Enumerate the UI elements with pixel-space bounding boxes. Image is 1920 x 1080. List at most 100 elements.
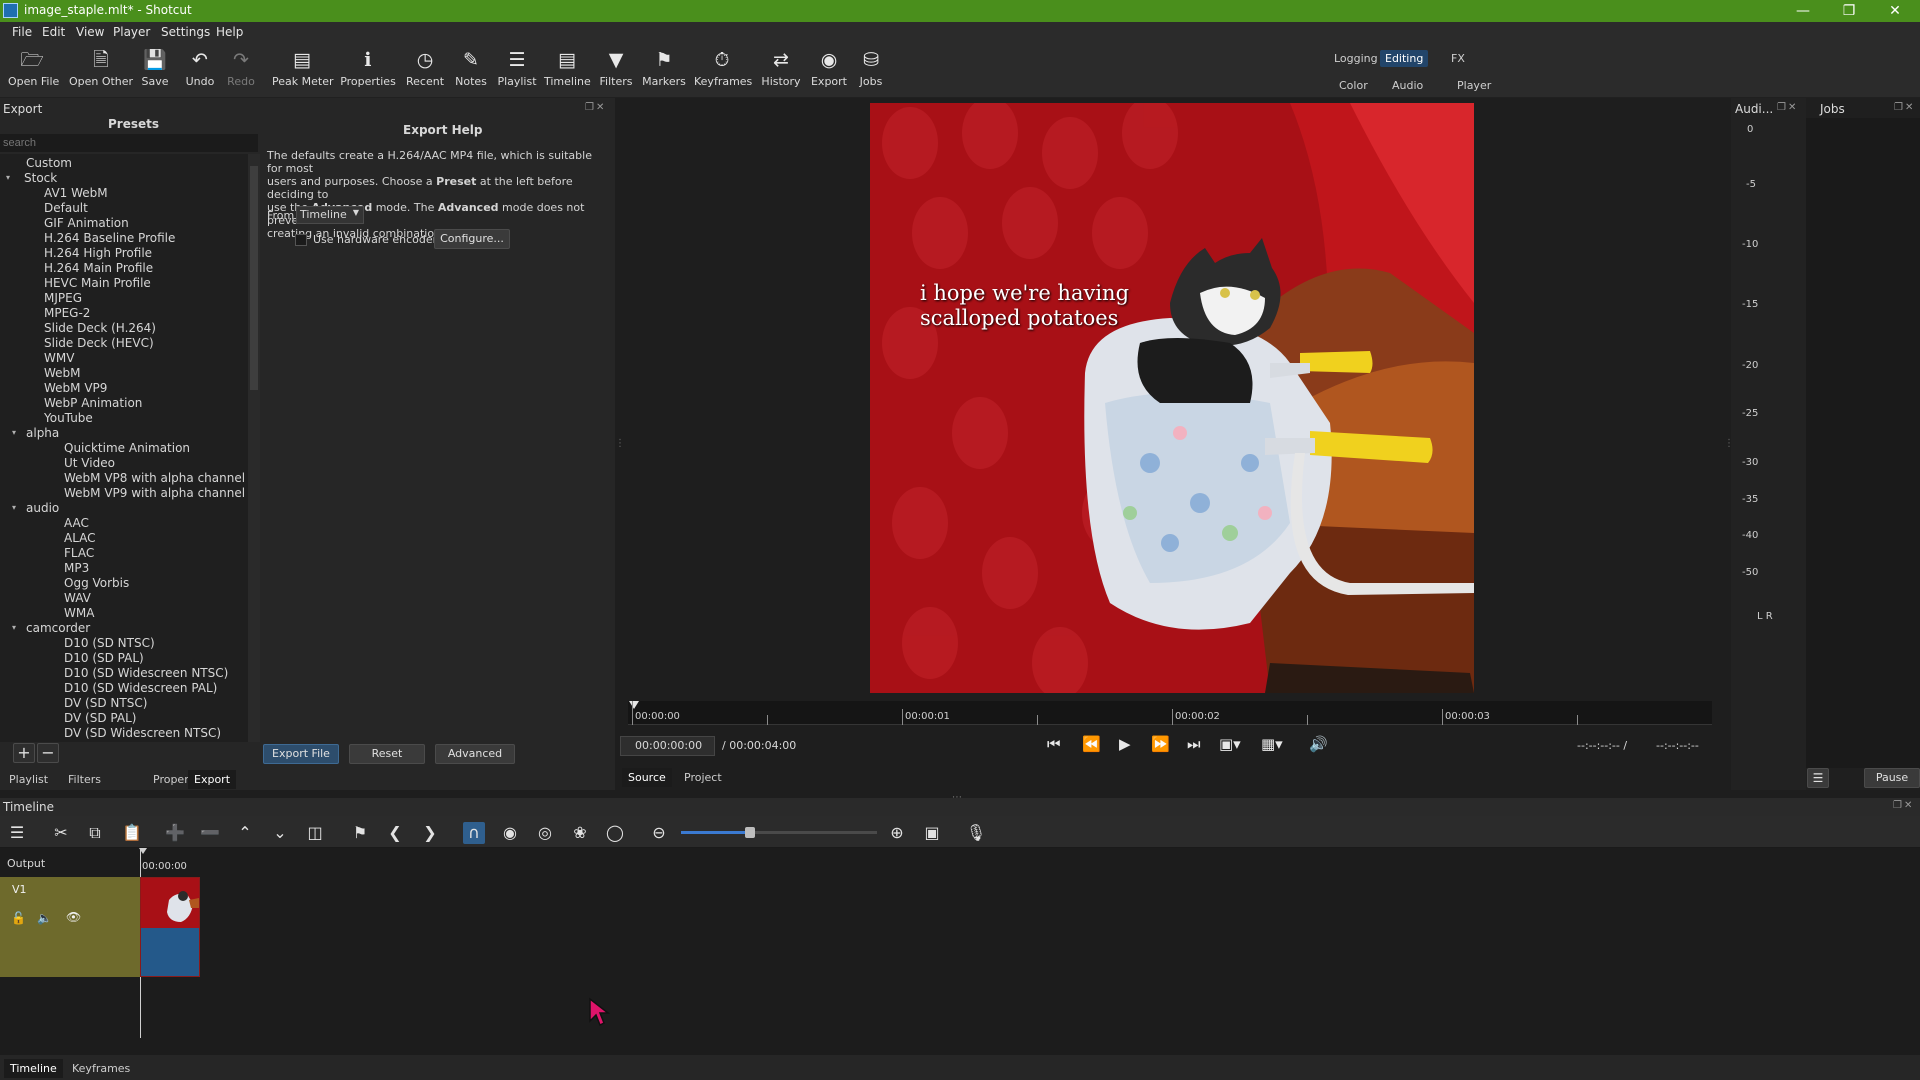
volume-icon[interactable]: 🔊 [1309, 735, 1328, 753]
minimize-icon[interactable]: — [1780, 0, 1826, 22]
recent-button[interactable]: ◷ Recent [404, 48, 446, 88]
preset-item[interactable]: Quicktime Animation [64, 441, 190, 455]
preset-item[interactable]: ALAC [64, 531, 96, 545]
jobs-dock-icons[interactable]: ❐✕ [1894, 102, 1915, 113]
preset-item[interactable]: Slide Deck (H.264) [44, 321, 156, 335]
rewind-icon[interactable]: ⏪ [1082, 735, 1101, 753]
tab-playlist[interactable]: Playlist [3, 770, 54, 789]
preset-item[interactable]: AAC [64, 516, 89, 530]
splitter-handle[interactable]: ⋮ [615, 438, 625, 449]
dock-float-close-icon[interactable]: ❐✕ [585, 102, 606, 113]
layout-fx[interactable]: FX [1446, 50, 1470, 67]
split-icon[interactable]: ◫ [304, 822, 326, 844]
preset-item[interactable]: WMV [44, 351, 74, 365]
properties-button[interactable]: ℹ Properties [340, 48, 396, 88]
add-preset-button[interactable]: + [13, 743, 35, 763]
preset-item[interactable]: D10 (SD PAL) [64, 651, 144, 665]
preset-item[interactable]: Ogg Vorbis [64, 576, 129, 590]
zoom-fit-icon[interactable]: ▣▾ [1219, 735, 1241, 753]
paste-icon[interactable]: 📋 [121, 822, 143, 844]
layout-audio[interactable]: Audio [1387, 77, 1428, 94]
scrub-icon[interactable]: ◉ [499, 822, 521, 844]
open-other-button[interactable]: 🗎 Open Other [68, 48, 134, 88]
copy-icon[interactable]: ⧉ [84, 822, 106, 844]
zoom-out-icon[interactable]: ⊖ [648, 822, 670, 844]
menu-edit[interactable]: Edit [42, 25, 65, 39]
preset-item[interactable]: WebP Animation [44, 396, 142, 410]
preset-item[interactable]: YouTube [44, 411, 93, 425]
next-marker-icon[interactable]: ❯ [419, 822, 441, 844]
audio-dock-icons[interactable]: ❐✕ [1777, 102, 1798, 113]
preset-item[interactable]: D10 (SD Widescreen PAL) [64, 681, 217, 695]
preset-item[interactable]: MJPEG [44, 291, 82, 305]
keyframes-button[interactable]: ⏱ Keyframes [694, 48, 752, 88]
preset-item[interactable]: H.264 High Profile [44, 246, 152, 260]
mute-icon[interactable]: 🔈 [37, 911, 52, 925]
zoom-slider-thumb[interactable] [744, 827, 755, 838]
presets-scroll-thumb[interactable] [250, 166, 258, 390]
tab-filters[interactable]: Filters [62, 770, 107, 789]
preset-group[interactable]: Stock [24, 171, 57, 185]
expand-caret-icon[interactable]: ▾ [12, 623, 16, 632]
preset-item[interactable]: WAV [64, 591, 91, 605]
menu-player[interactable]: Player [113, 25, 150, 39]
preset-item[interactable]: Ut Video [64, 456, 115, 470]
position-timecode[interactable]: 00:00:00:00 [620, 736, 715, 756]
preset-item[interactable]: MPEG-2 [44, 306, 90, 320]
append-icon[interactable]: ➕ [164, 822, 186, 844]
preset-item[interactable]: H.264 Main Profile [44, 261, 153, 275]
timeline-dock-icons[interactable]: ❐✕ [1893, 800, 1914, 811]
tab-timeline[interactable]: Timeline [4, 1059, 63, 1078]
preset-search-input[interactable] [0, 134, 258, 152]
timeline-playhead-icon[interactable] [139, 848, 147, 854]
preset-item[interactable]: D10 (SD NTSC) [64, 636, 155, 650]
preset-item[interactable]: HEVC Main Profile [44, 276, 151, 290]
jobs-button[interactable]: ⛁ Jobs [856, 48, 886, 88]
restore-icon[interactable]: ❐ [1826, 0, 1872, 22]
zoom-slider[interactable] [681, 827, 877, 838]
record-audio-icon[interactable]: 🎙 [965, 822, 987, 844]
preset-group[interactable]: camcorder [26, 621, 90, 635]
splitter-grip[interactable]: ⋯ [952, 792, 962, 803]
zoom-in-icon[interactable]: ⊕ [886, 822, 908, 844]
playlist-button[interactable]: ☰ Playlist [496, 48, 538, 88]
layout-color[interactable]: Color [1334, 77, 1373, 94]
preset-item[interactable]: FLAC [64, 546, 94, 560]
jobs-menu-icon[interactable]: ☰ [1807, 768, 1829, 788]
undo-button[interactable]: ↶ Undo [184, 48, 216, 88]
save-button[interactable]: 💾 Save [140, 48, 170, 88]
preset-item[interactable]: DV (SD Widescreen NTSC) [64, 726, 221, 740]
preset-item[interactable]: DV (SD NTSC) [64, 696, 147, 710]
grid-icon[interactable]: ▦▾ [1261, 735, 1283, 753]
snap-magnet-icon[interactable]: ∩ [463, 822, 485, 844]
history-button[interactable]: ⇄ History [760, 48, 802, 88]
lock-icon[interactable]: 🔓 [11, 911, 26, 925]
menu-settings[interactable]: Settings [161, 25, 210, 39]
markers-button[interactable]: ⚑ Markers [642, 48, 686, 88]
configure-button[interactable]: Configure... [434, 229, 510, 249]
preset-item[interactable]: AV1 WebM [44, 186, 108, 200]
preset-item[interactable]: DV (SD PAL) [64, 711, 136, 725]
timeline-menu-icon[interactable]: ☰ [6, 822, 28, 844]
player-scrubber[interactable]: 00:00:00 00:00:01 00:00:02 00:00:03 [628, 701, 1712, 725]
previous-marker-icon[interactable]: ❮ [384, 822, 406, 844]
preset-item[interactable]: H.264 Baseline Profile [44, 231, 175, 245]
tab-source[interactable]: Source [622, 768, 672, 787]
preset-item[interactable]: Default [44, 201, 88, 215]
preset-item[interactable]: WebM VP8 with alpha channel [64, 471, 245, 485]
preset-item[interactable]: MP3 [64, 561, 89, 575]
preset-item[interactable]: GIF Animation [44, 216, 129, 230]
expand-caret-icon[interactable]: ▾ [12, 428, 16, 437]
menu-file[interactable]: File [12, 25, 32, 39]
play-icon[interactable]: ▶ [1119, 735, 1131, 753]
layout-player[interactable]: Player [1452, 77, 1496, 94]
skip-next-icon[interactable]: ⏭ [1187, 735, 1201, 753]
playhead-icon[interactable] [629, 701, 639, 709]
layout-editing[interactable]: Editing [1380, 50, 1429, 67]
track-header-v1[interactable]: V1 🔓 🔈 👁 [0, 877, 140, 977]
from-select[interactable]: Timeline ▼ [296, 206, 364, 224]
remove-preset-button[interactable]: − [37, 743, 59, 763]
ripple-all-icon[interactable]: ❀ [569, 822, 591, 844]
timeline-tracks[interactable]: Output 00:00:00 [0, 848, 1920, 1055]
tab-keyframes[interactable]: Keyframes [66, 1059, 136, 1078]
